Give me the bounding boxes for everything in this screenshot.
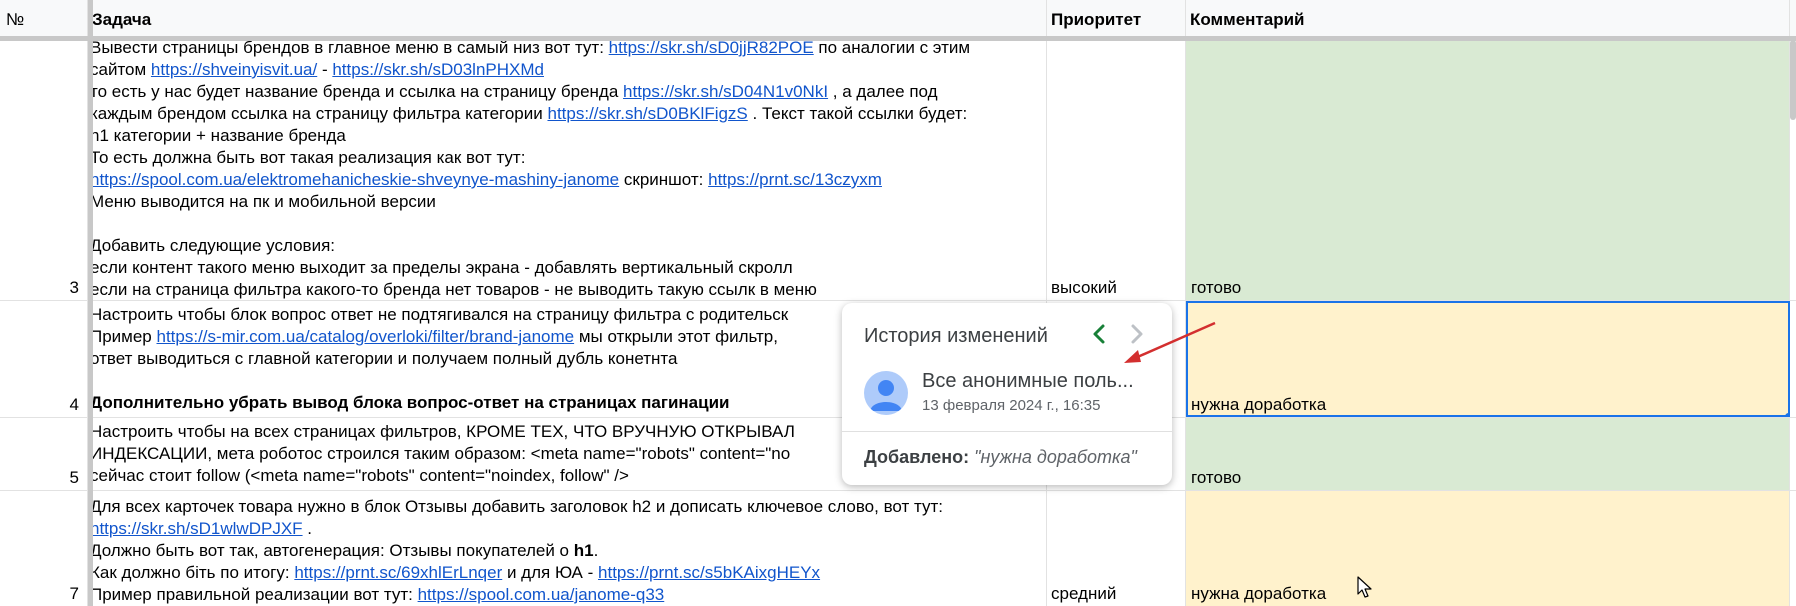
task-link[interactable]: https://spool.com.ua/janome-q33: [418, 585, 665, 604]
task-text: то есть у нас будет название бренда и сс…: [90, 82, 624, 101]
task-link[interactable]: https://skr.sh/sD1wlwDPJXF: [90, 519, 303, 538]
added-label: Добавлено:: [864, 447, 970, 467]
task-text-bold: h1: [573, 541, 594, 560]
task-text: Вывести страницы брендов в главное меню …: [90, 41, 609, 57]
row-number[interactable]: 5: [0, 418, 88, 490]
frozen-column-divider[interactable]: [88, 0, 93, 606]
task-link[interactable]: https://skr.sh/sD03lnPHXMd: [332, 60, 544, 79]
edit-history-popup: История изменений Все анонимные поль... …: [842, 303, 1172, 485]
priority-cell[interactable]: высокий: [1047, 41, 1186, 300]
task-text: -: [317, 60, 333, 79]
task-text: .: [302, 519, 313, 538]
task-link[interactable]: https://skr.sh/sD04N1v0NkI: [623, 82, 828, 101]
task-text: . Текст такой ссылки будет:: [747, 104, 968, 123]
header-task[interactable]: Задача: [88, 0, 1047, 40]
row-number[interactable]: 4: [0, 301, 88, 417]
task-text: h1 категории + название бренда: [90, 126, 346, 145]
task-text: Как должно біть по итогу:: [90, 563, 295, 582]
task-text: Пример: [90, 327, 157, 346]
chevron-right-icon: [1131, 324, 1143, 344]
user-avatar-icon: [864, 371, 908, 415]
task-text: Пример правильной реализации вот тут:: [90, 585, 418, 604]
task-link[interactable]: https://prnt.sc/s5bKAixgHEYx: [598, 563, 820, 582]
table-row: 3 Вывести страницы брендов в главное мен…: [0, 41, 1796, 301]
next-edit-button[interactable]: [1128, 323, 1146, 352]
task-text: скриншот:: [619, 170, 709, 189]
task-text: Для всех карточек товара нужно в блок От…: [90, 497, 943, 516]
comment-cell[interactable]: нужна доработка: [1186, 491, 1790, 606]
task-link[interactable]: https://skr.sh/sD0BKlFigzS: [547, 104, 747, 123]
task-link[interactable]: https://prnt.sc/13czyxm: [708, 170, 882, 189]
comment-cell[interactable]: готово: [1186, 41, 1790, 300]
task-text: сайтом: [90, 60, 151, 79]
comment-text: нужна доработка: [1191, 395, 1327, 414]
task-link[interactable]: https://spool.com.ua/elektromehanicheski…: [90, 170, 619, 189]
task-text: по аналогии с этим: [813, 41, 971, 57]
priority-cell[interactable]: средний: [1047, 491, 1186, 606]
task-text: .: [593, 541, 599, 560]
comment-cell[interactable]: готово: [1186, 418, 1790, 490]
task-text: Меню выводится на пк и мобильной версии: [90, 192, 436, 211]
fill-handle[interactable]: [1785, 413, 1789, 417]
task-cell[interactable]: Вывести страницы брендов в главное меню …: [88, 41, 1047, 300]
comment-cell-selected[interactable]: нужна доработка: [1186, 301, 1790, 417]
chevron-left-icon: [1093, 324, 1105, 344]
task-text: мы открыли этот фильтр,: [574, 327, 778, 346]
task-link[interactable]: https://s-mir.com.ua/catalog/overloki/fi…: [157, 327, 575, 346]
task-text: Добавить следующие условия:: [90, 236, 336, 255]
divider: [842, 431, 1172, 432]
task-link[interactable]: https://skr.sh/sD0jjR82POE: [609, 41, 814, 57]
task-text: каждым брендом ссылка на страницу фильтр…: [90, 104, 548, 123]
task-text: Должно быть вот так, автогенерация: Отзы…: [90, 541, 574, 560]
header-priority[interactable]: Приоритет: [1047, 0, 1186, 40]
task-text: То есть должна быть вот такая реализация…: [90, 148, 526, 167]
mouse-cursor-icon: [1357, 576, 1372, 598]
header-row: № Задача Приоритет Комментарий: [0, 0, 1796, 40]
task-text: , а далее под: [828, 82, 938, 101]
table-row: 7 Для всех карточек товара нужно в блок …: [0, 491, 1796, 606]
task-link[interactable]: https://shveinyisvit.ua/: [151, 60, 317, 79]
task-text: и для ЮА -: [502, 563, 599, 582]
vertical-scrollbar[interactable]: [1790, 40, 1796, 120]
task-text: если на страница фильтра какого-то бренд…: [90, 280, 817, 299]
task-link[interactable]: https://prnt.sc/69xhlErLnqer: [294, 563, 502, 582]
popup-title: История изменений: [864, 325, 1048, 347]
added-value: "нужна доработка": [974, 447, 1137, 467]
row-number[interactable]: 3: [0, 41, 88, 300]
editor-name: Все анонимные поль...: [922, 370, 1134, 392]
change-summary: Добавлено: "нужна доработка": [864, 447, 1137, 468]
header-num[interactable]: №: [0, 0, 88, 40]
task-text: если контент такого меню выходит за пред…: [90, 258, 793, 277]
edit-timestamp: 13 февраля 2024 г., 16:35: [922, 397, 1101, 414]
header-comment[interactable]: Комментарий: [1186, 0, 1790, 40]
previous-edit-button[interactable]: [1090, 323, 1108, 352]
task-cell[interactable]: Для всех карточек товара нужно в блок От…: [88, 491, 1047, 606]
row-number[interactable]: 7: [0, 491, 88, 606]
